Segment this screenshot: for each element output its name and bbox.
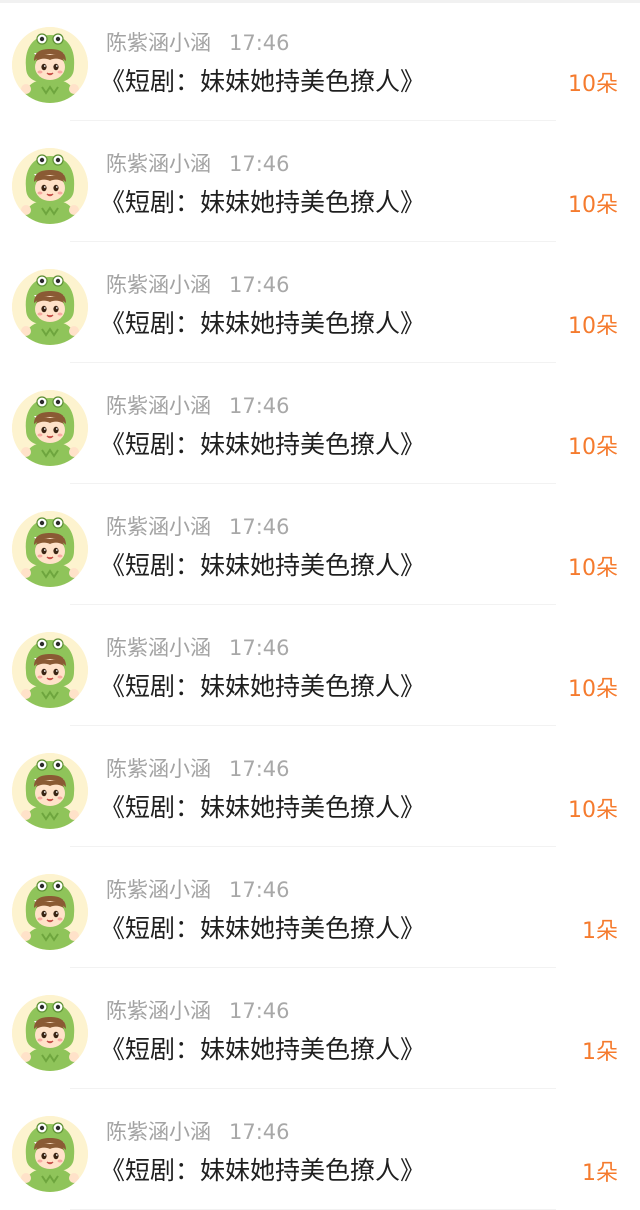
user-avatar[interactable] bbox=[12, 390, 88, 466]
message-text: 《短剧：妹妹她持美色撩人》 bbox=[100, 430, 426, 459]
message-meta: 陈紫涵小涵 17:46 bbox=[106, 391, 290, 421]
gift-count: 10朵 bbox=[568, 798, 618, 823]
username[interactable]: 陈紫涵小涵 bbox=[106, 999, 211, 1023]
message-meta: 陈紫涵小涵 17:46 bbox=[106, 996, 290, 1026]
message-item[interactable]: 陈紫涵小涵 17:46 《短剧：妹妹她持美色撩人》 10朵 bbox=[0, 121, 640, 242]
message-meta: 陈紫涵小涵 17:46 bbox=[106, 149, 290, 179]
message-item[interactable]: 陈紫涵小涵 17:46 《短剧：妹妹她持美色撩人》 10朵 bbox=[0, 605, 640, 726]
dinosaur-costume-avatar-icon bbox=[12, 390, 88, 466]
message-time: 17:46 bbox=[229, 999, 290, 1023]
gift-count: 10朵 bbox=[568, 556, 618, 581]
message-meta: 陈紫涵小涵 17:46 bbox=[106, 633, 290, 663]
message-meta: 陈紫涵小涵 17:46 bbox=[106, 1117, 290, 1147]
message-text: 《短剧：妹妹她持美色撩人》 bbox=[100, 67, 426, 96]
user-avatar[interactable] bbox=[12, 632, 88, 708]
user-avatar[interactable] bbox=[12, 1116, 88, 1192]
message-time: 17:46 bbox=[229, 394, 290, 418]
gift-count: 10朵 bbox=[568, 314, 618, 339]
message-text: 《短剧：妹妹她持美色撩人》 bbox=[100, 188, 426, 217]
message-time: 17:46 bbox=[229, 273, 290, 297]
dinosaur-costume-avatar-icon bbox=[12, 874, 88, 950]
user-avatar[interactable] bbox=[12, 148, 88, 224]
username[interactable]: 陈紫涵小涵 bbox=[106, 878, 211, 902]
message-item[interactable]: 陈紫涵小涵 17:46 《短剧：妹妹她持美色撩人》 10朵 bbox=[0, 726, 640, 847]
dinosaur-costume-avatar-icon bbox=[12, 995, 88, 1071]
user-avatar[interactable] bbox=[12, 269, 88, 345]
message-time: 17:46 bbox=[229, 757, 290, 781]
dinosaur-costume-avatar-icon bbox=[12, 1116, 88, 1192]
message-meta: 陈紫涵小涵 17:46 bbox=[106, 28, 290, 58]
username[interactable]: 陈紫涵小涵 bbox=[106, 636, 211, 660]
message-item[interactable]: 陈紫涵小涵 17:46 《短剧：妹妹她持美色撩人》 10朵 bbox=[0, 484, 640, 605]
user-avatar[interactable] bbox=[12, 874, 88, 950]
message-time: 17:46 bbox=[229, 636, 290, 660]
user-avatar[interactable] bbox=[12, 995, 88, 1071]
username[interactable]: 陈紫涵小涵 bbox=[106, 394, 211, 418]
message-text: 《短剧：妹妹她持美色撩人》 bbox=[100, 551, 426, 580]
dinosaur-costume-avatar-icon bbox=[12, 511, 88, 587]
message-meta: 陈紫涵小涵 17:46 bbox=[106, 875, 290, 905]
message-item[interactable]: 陈紫涵小涵 17:46 《短剧：妹妹她持美色撩人》 10朵 bbox=[0, 363, 640, 484]
message-text: 《短剧：妹妹她持美色撩人》 bbox=[100, 309, 426, 338]
gift-count: 10朵 bbox=[568, 72, 618, 97]
username[interactable]: 陈紫涵小涵 bbox=[106, 1120, 211, 1144]
dinosaur-costume-avatar-icon bbox=[12, 269, 88, 345]
message-list[interactable]: 陈紫涵小涵 17:46 《短剧：妹妹她持美色撩人》 10朵 陈紫涵小涵 17:46 … bbox=[0, 0, 640, 1210]
message-item[interactable]: 陈紫涵小涵 17:46 《短剧：妹妹她持美色撩人》 10朵 bbox=[0, 242, 640, 363]
user-avatar[interactable] bbox=[12, 753, 88, 829]
gift-count: 1朵 bbox=[582, 1161, 618, 1186]
gift-count: 10朵 bbox=[568, 435, 618, 460]
message-text: 《短剧：妹妹她持美色撩人》 bbox=[100, 793, 426, 822]
message-text: 《短剧：妹妹她持美色撩人》 bbox=[100, 914, 426, 943]
message-meta: 陈紫涵小涵 17:46 bbox=[106, 270, 290, 300]
dinosaur-costume-avatar-icon bbox=[12, 148, 88, 224]
message-time: 17:46 bbox=[229, 31, 290, 55]
message-time: 17:46 bbox=[229, 515, 290, 539]
message-time: 17:46 bbox=[229, 1120, 290, 1144]
gift-count: 10朵 bbox=[568, 677, 618, 702]
message-meta: 陈紫涵小涵 17:46 bbox=[106, 754, 290, 784]
username[interactable]: 陈紫涵小涵 bbox=[106, 757, 211, 781]
gift-count: 1朵 bbox=[582, 1040, 618, 1065]
username[interactable]: 陈紫涵小涵 bbox=[106, 273, 211, 297]
message-text: 《短剧：妹妹她持美色撩人》 bbox=[100, 1035, 426, 1064]
message-item[interactable]: 陈紫涵小涵 17:46 《短剧：妹妹她持美色撩人》 1朵 bbox=[0, 1089, 640, 1210]
message-text: 《短剧：妹妹她持美色撩人》 bbox=[100, 672, 426, 701]
gift-count: 1朵 bbox=[582, 919, 618, 944]
message-text: 《短剧：妹妹她持美色撩人》 bbox=[100, 1156, 426, 1185]
user-avatar[interactable] bbox=[12, 27, 88, 103]
message-item[interactable]: 陈紫涵小涵 17:46 《短剧：妹妹她持美色撩人》 10朵 bbox=[0, 0, 640, 121]
message-time: 17:46 bbox=[229, 152, 290, 176]
username[interactable]: 陈紫涵小涵 bbox=[106, 515, 211, 539]
message-time: 17:46 bbox=[229, 878, 290, 902]
dinosaur-costume-avatar-icon bbox=[12, 27, 88, 103]
gift-count: 10朵 bbox=[568, 193, 618, 218]
username[interactable]: 陈紫涵小涵 bbox=[106, 31, 211, 55]
message-meta: 陈紫涵小涵 17:46 bbox=[106, 512, 290, 542]
message-item[interactable]: 陈紫涵小涵 17:46 《短剧：妹妹她持美色撩人》 1朵 bbox=[0, 968, 640, 1089]
dinosaur-costume-avatar-icon bbox=[12, 753, 88, 829]
username[interactable]: 陈紫涵小涵 bbox=[106, 152, 211, 176]
dinosaur-costume-avatar-icon bbox=[12, 632, 88, 708]
user-avatar[interactable] bbox=[12, 511, 88, 587]
message-item[interactable]: 陈紫涵小涵 17:46 《短剧：妹妹她持美色撩人》 1朵 bbox=[0, 847, 640, 968]
